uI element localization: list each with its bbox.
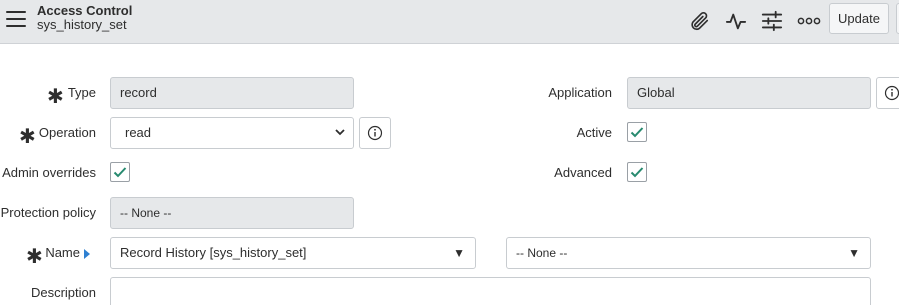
dropdown-triangle-icon: ▼	[453, 246, 465, 260]
chevron-down-icon	[335, 118, 345, 160]
menu-icon[interactable]	[6, 11, 26, 27]
required-marker: ✱	[26, 246, 43, 268]
check-icon	[630, 167, 644, 178]
name-table-value: Record History [sys_history_set]	[120, 245, 307, 260]
application-label: Application	[548, 85, 612, 100]
settings-sliders-icon[interactable]	[759, 8, 785, 34]
operation-value: read	[125, 125, 152, 140]
name-field-select[interactable]: -- None -- ▼	[506, 237, 871, 269]
advanced-checkbox[interactable]	[627, 162, 647, 182]
name-label: Name	[45, 245, 80, 260]
check-icon	[113, 167, 127, 178]
info-icon	[884, 85, 899, 101]
operation-label: Operation	[38, 125, 96, 140]
required-marker: ✱	[47, 86, 64, 108]
operation-info-button[interactable]	[359, 117, 391, 149]
expand-arrow-icon[interactable]	[84, 249, 90, 259]
title-block: Access Control sys_history_set	[37, 4, 132, 32]
type-field: record	[110, 77, 354, 109]
admin-overrides-label: Admin overrides	[2, 165, 96, 180]
active-checkbox[interactable]	[627, 122, 647, 142]
active-label: Active	[576, 125, 612, 140]
form-subtitle: sys_history_set	[37, 17, 127, 32]
name-table-select[interactable]: Record History [sys_history_set] ▼	[110, 237, 476, 269]
description-label: Description	[30, 285, 96, 300]
application-info-button[interactable]	[876, 77, 899, 109]
check-icon	[630, 127, 644, 138]
advanced-label: Advanced	[554, 165, 612, 180]
update-button[interactable]: Update	[829, 3, 889, 34]
info-icon	[367, 125, 383, 141]
protection-policy-label: Protection policy	[0, 205, 96, 220]
attachment-icon[interactable]	[686, 8, 712, 34]
dropdown-triangle-icon: ▼	[848, 246, 860, 260]
operation-select[interactable]: read	[110, 117, 354, 149]
application-field: Global	[627, 77, 871, 109]
description-textarea[interactable]	[110, 277, 871, 305]
name-field-value: -- None --	[516, 246, 568, 260]
activity-icon[interactable]	[723, 8, 749, 34]
form-header: Access Control sys_history_set Update	[0, 0, 899, 44]
form-title: Access Control	[37, 3, 133, 18]
admin-overrides-checkbox[interactable]	[110, 162, 130, 182]
required-marker: ✱	[19, 126, 36, 148]
more-icon[interactable]	[796, 8, 822, 34]
protection-policy-field: -- None --	[110, 197, 354, 229]
type-label: Type	[67, 85, 96, 100]
